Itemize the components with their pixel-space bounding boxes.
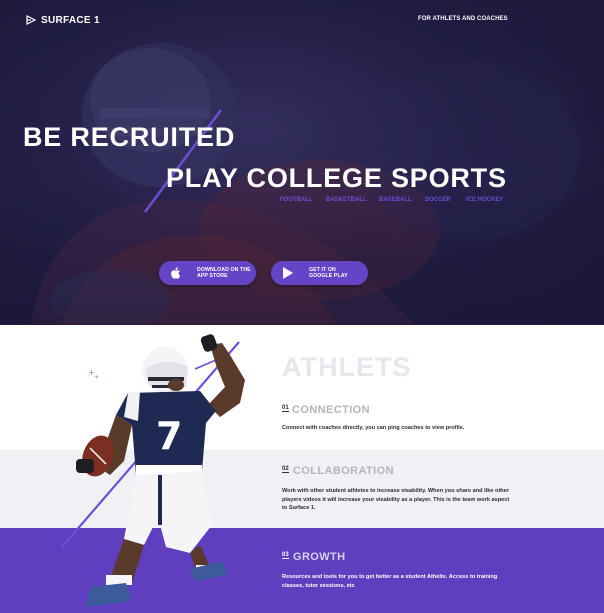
play-icon <box>283 267 293 279</box>
section-title-athlets: ATHLETS <box>282 352 412 382</box>
feature-text-connection: Connect with coaches directly, you can p… <box>282 425 465 431</box>
feature-number-connection: 01 <box>282 405 289 412</box>
sport-link-ice-hockey[interactable]: ICE HOCKEY <box>466 197 503 203</box>
hero-headline-line-1: BE RECRUITED <box>23 122 236 152</box>
google-play-line-2: GOOGLE PLAY <box>309 273 348 279</box>
hero-headline-line-2: PLAY COLLEGE SPORTS <box>166 163 507 193</box>
svg-text:+: + <box>94 374 99 381</box>
hero-section: SURFACE 1 FOR ATHLETS AND COACHES BE REC… <box>0 0 604 325</box>
feature-number-growth: 03 <box>282 552 289 559</box>
feature-number-collaboration: 02 <box>282 466 289 473</box>
feature-title-connection: CONNECTION <box>292 404 370 416</box>
sport-link-football[interactable]: FOOTBALL <box>280 197 313 203</box>
sport-link-soccer[interactable]: SOCCER <box>425 197 451 203</box>
sport-link-basketball[interactable]: BASKETBALL <box>326 197 367 203</box>
feature-text-growth: Resources and tools for you to get bette… <box>282 574 498 589</box>
feature-title-collaboration: COLLABORATION <box>293 465 394 477</box>
app-store-line-2: APP STORE <box>197 273 228 279</box>
feature-title-growth: GROWTH <box>293 551 346 563</box>
google-play-label: GET IT ON GOOGLE PLAY <box>309 267 348 279</box>
google-play-button[interactable]: GET IT ON GOOGLE PLAY <box>271 261 368 285</box>
sport-link-baseball[interactable]: BASEBALL <box>379 197 412 203</box>
football-player-image: + + 7 <box>61 334 245 607</box>
app-store-label: DOWNLOAD ON THE APP STORE <box>197 267 251 279</box>
svg-text:7: 7 <box>156 414 182 458</box>
feature-text-collaboration: Work with other student athletes to incr… <box>282 488 510 511</box>
apple-icon <box>171 267 181 279</box>
app-store-button[interactable]: DOWNLOAD ON THE APP STORE <box>159 261 256 285</box>
